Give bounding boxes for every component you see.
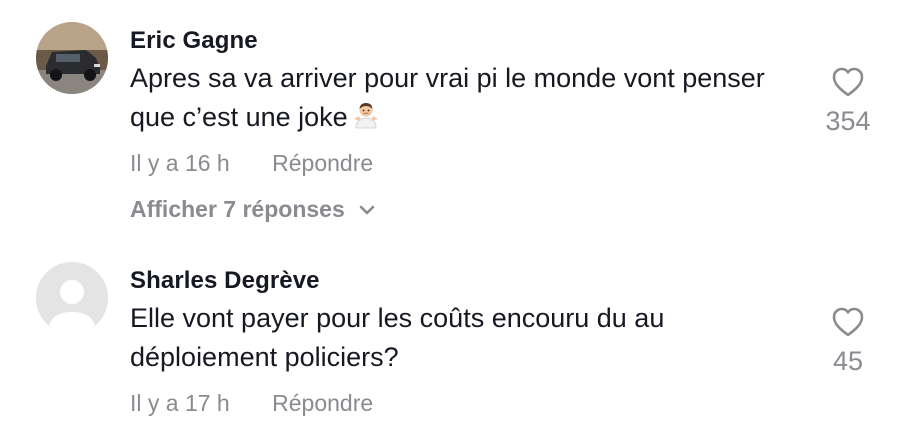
heart-icon[interactable] [831, 306, 865, 338]
comment-item: Eric Gagne Apres sa va arriver pour vrai… [0, 0, 910, 240]
comment-item: Sharles Degrève Elle vont payer pour les… [0, 240, 910, 438]
view-replies-button[interactable]: Afficher 7 réponses [130, 196, 377, 223]
comment-text-body: Apres sa va arriver pour vrai pi le mond… [130, 63, 765, 132]
comment-text-body: Elle vont payer pour les coûts encouru d… [130, 303, 665, 372]
reply-button[interactable]: Répondre [272, 390, 373, 417]
reply-button[interactable]: Répondre [272, 150, 373, 177]
view-replies-label: Afficher 7 réponses [130, 196, 345, 222]
comment-text: Elle vont payer pour les coûts encouru d… [130, 299, 810, 377]
default-user-avatar-icon [36, 262, 108, 334]
comment-meta: Il y a 16 h Répondre [130, 150, 373, 177]
comment-text: Apres sa va arriver pour vrai pi le mond… [130, 59, 810, 137]
comment-timestamp: Il y a 17 h [130, 390, 230, 416]
like-count: 354 [825, 106, 871, 136]
truck-photo-avatar-icon [36, 22, 108, 94]
like-count: 45 [832, 346, 864, 376]
like-control: 45 [808, 306, 888, 377]
avatar[interactable] [36, 262, 108, 334]
person-shrugging-emoji-icon [353, 103, 378, 129]
avatar[interactable] [36, 22, 108, 94]
heart-icon[interactable] [831, 66, 865, 98]
comment-meta: Il y a 17 h Répondre [130, 390, 373, 417]
like-control: 354 [808, 66, 888, 137]
chevron-down-icon [359, 205, 375, 214]
comment-username[interactable]: Sharles Degrève [130, 267, 320, 295]
comment-username[interactable]: Eric Gagne [130, 27, 258, 55]
comment-timestamp: Il y a 16 h [130, 150, 230, 176]
